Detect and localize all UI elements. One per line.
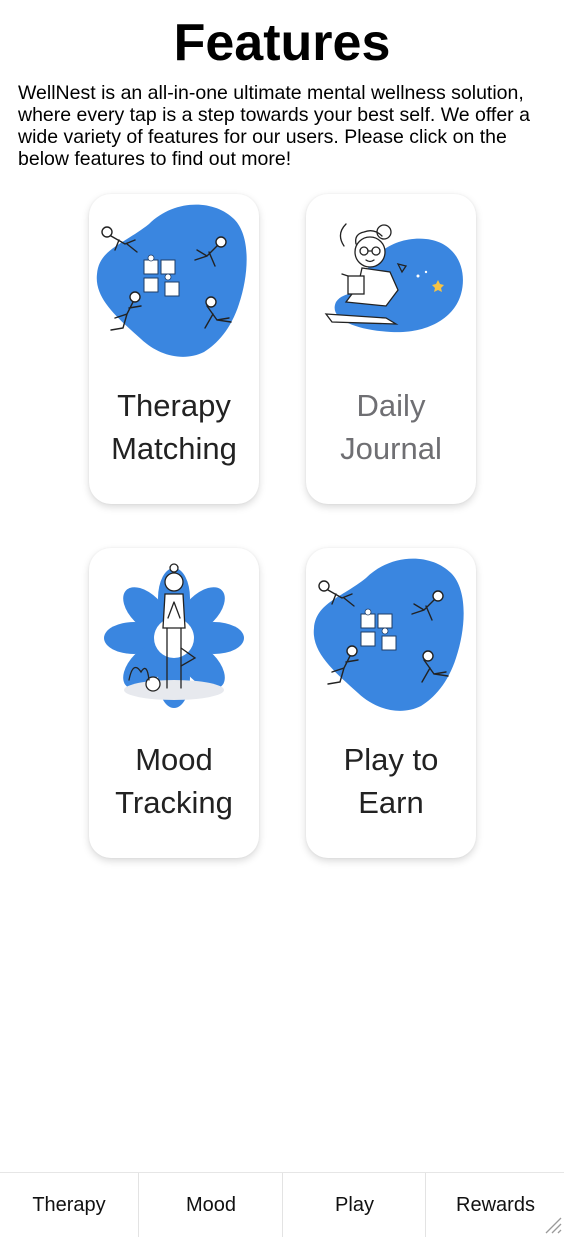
feature-label-line1: Mood [135,742,213,777]
yoga-tree-pose-illustration [104,563,244,708]
puzzle-teamwork-illustration [96,204,247,357]
feature-card-label: Mood Tracking [89,738,259,824]
feature-label-line1: Play to [343,742,439,777]
intro-text: WellNest is an all-in-one ultimate menta… [18,82,530,170]
feature-label-line1: Therapy [117,388,231,423]
tab-therapy[interactable]: Therapy [0,1173,138,1237]
feature-label-line2: Journal [340,431,442,466]
tab-mood[interactable]: Mood [138,1173,283,1237]
feature-card-label: Play to Earn [306,738,476,824]
puzzle-teamwork-illustration [313,558,464,711]
page-title: Features [173,14,391,72]
feature-card-label: Daily Journal [306,384,476,470]
feature-label-line2: Matching [111,431,237,466]
resize-grip-icon[interactable] [542,1214,562,1234]
feature-card-mood-tracking[interactable]: Mood Tracking [89,548,259,858]
feature-card-play-to-earn[interactable]: Play to Earn [306,548,476,858]
bottom-tab-bar: Therapy Mood Play Rewards [0,1172,564,1237]
feature-card-daily-journal[interactable]: Daily Journal [306,194,476,504]
feature-card-therapy-matching[interactable]: Therapy Matching [89,194,259,504]
feature-label-line1: Daily [356,388,426,423]
journaling-woman-illustration [324,223,463,333]
feature-card-label: Therapy Matching [89,384,259,470]
tab-play[interactable]: Play [282,1173,426,1237]
feature-label-line2: Tracking [115,785,233,820]
feature-label-line2: Earn [358,785,424,820]
